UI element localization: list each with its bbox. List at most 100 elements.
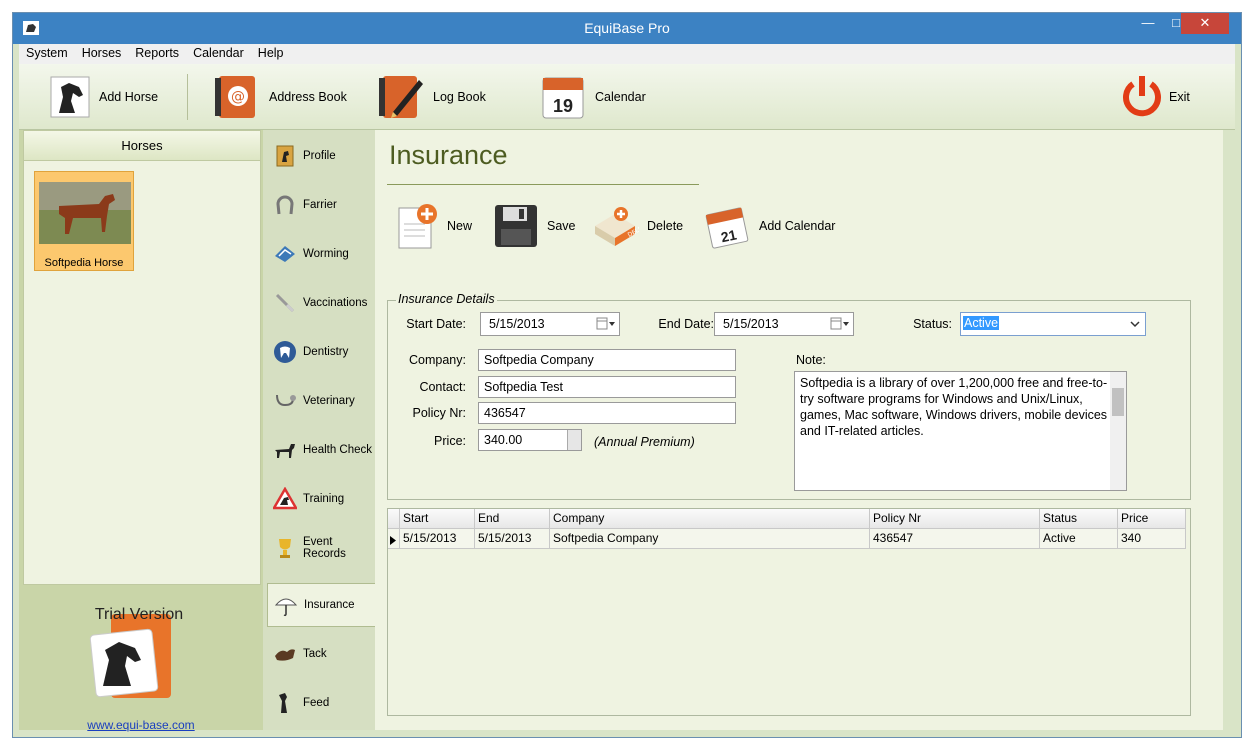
nav-worming[interactable]: Worming [267, 232, 375, 276]
add-calendar-button[interactable]: 21 Add Calendar [705, 202, 835, 250]
nav-feed[interactable]: Feed [267, 681, 375, 725]
note-text: Softpedia is a library of over 1,200,000… [800, 376, 1108, 438]
add-horse-button[interactable]: Add Horse [49, 64, 158, 130]
row-selector[interactable] [388, 529, 400, 549]
menu-calendar[interactable]: Calendar [186, 44, 251, 60]
nav-training[interactable]: Training [267, 477, 375, 521]
cell-status[interactable]: Active [1040, 529, 1118, 549]
nav-veterinary[interactable]: Veterinary [267, 379, 375, 423]
calendar-icon-day: 19 [553, 96, 573, 116]
end-date-picker[interactable]: 5/15/2013 [714, 312, 854, 336]
nav-event-records-label: Event Records [303, 536, 346, 560]
main-toolbar: Add Horse @ Address Book Log Book 19 Cal… [19, 64, 1235, 130]
end-date-value: 5/15/2013 [723, 317, 779, 331]
contact-input[interactable]: Softpedia Test [478, 376, 736, 398]
chevron-down-icon [1130, 321, 1140, 328]
floppy-disk-icon [495, 205, 537, 247]
warning-sign-icon [273, 487, 297, 511]
trophy-icon [273, 536, 297, 560]
policy-label: Policy Nr: [412, 406, 466, 420]
trial-version-label: Trial Version [94, 606, 184, 623]
trial-version-badge[interactable]: Trial Version [89, 606, 189, 702]
exit-button[interactable]: Exit [1119, 64, 1190, 130]
log-book-button[interactable]: Log Book [375, 64, 486, 130]
price-input[interactable]: 340.00 [478, 429, 582, 451]
menu-system[interactable]: System [19, 44, 75, 60]
address-book-button[interactable]: @ Address Book [211, 64, 347, 130]
address-book-icon: @ [215, 76, 255, 118]
col-policy-nr[interactable]: Policy Nr [870, 509, 1040, 529]
price-label: Price: [434, 434, 466, 448]
cell-end[interactable]: 5/15/2013 [475, 529, 550, 549]
nav-dentistry[interactable]: Dentistry [267, 330, 375, 374]
calendar-dropdown-icon[interactable] [596, 317, 616, 331]
delete-label: Delete [647, 219, 684, 233]
insurance-page: Insurance New Save DELETE Delete 21 Add … [375, 130, 1223, 730]
close-button[interactable]: ✕ [1181, 13, 1229, 34]
nav-profile-label: Profile [303, 150, 336, 162]
nav-health-check-label: Health Check [303, 444, 373, 456]
calendar-icon: 19 [542, 77, 584, 119]
nav-profile[interactable]: Profile [267, 134, 375, 178]
company-input[interactable]: Softpedia Company [478, 349, 736, 371]
horse-photo [39, 182, 131, 244]
horses-list: Horses Softpedia Horse [23, 130, 261, 585]
calendar-dropdown-icon[interactable] [830, 317, 850, 331]
power-icon [1123, 76, 1161, 117]
col-company[interactable]: Company [550, 509, 870, 529]
add-horse-label: Add Horse [99, 90, 159, 104]
start-date-label: Start Date: [406, 317, 466, 331]
nav-tack-label: Tack [303, 648, 327, 660]
note-scroll-thumb[interactable] [1112, 388, 1124, 416]
nav-health-check[interactable]: Health Check [267, 428, 375, 472]
cell-start[interactable]: 5/15/2013 [400, 529, 475, 549]
title-bar[interactable]: EquiBase Pro — □ ✕ [13, 13, 1241, 44]
new-label: New [447, 219, 473, 233]
delete-button[interactable]: DELETE Delete [591, 202, 683, 250]
nav-vaccinations-label: Vaccinations [303, 297, 368, 309]
tooth-icon [273, 340, 297, 364]
status-value: Active [963, 316, 1000, 330]
calendar-button[interactable]: 19 Calendar [539, 64, 646, 130]
menu-help[interactable]: Help [251, 44, 291, 60]
price-note: (Annual Premium) [594, 435, 695, 449]
contact-label: Contact: [419, 380, 466, 394]
feed-icon [273, 691, 297, 715]
table-row[interactable]: 5/15/2013 5/15/2013 Softpedia Company 43… [388, 529, 1186, 549]
cell-company[interactable]: Softpedia Company [550, 529, 870, 549]
nav-farrier[interactable]: Farrier [267, 183, 375, 227]
note-scrollbar[interactable] [1110, 372, 1126, 490]
section-nav: Profile Farrier Worming Vaccinations Den… [263, 130, 375, 730]
cell-policy-nr[interactable]: 436547 [870, 529, 1040, 549]
save-button[interactable]: Save [493, 202, 576, 250]
nav-event-records[interactable]: Event Records [267, 526, 375, 570]
end-date-label: End Date: [658, 317, 714, 331]
insurance-details-title: Insurance Details [396, 292, 497, 306]
menu-reports[interactable]: Reports [128, 44, 186, 60]
syringe-icon [273, 291, 297, 315]
note-textarea[interactable]: Softpedia is a library of over 1,200,000… [794, 371, 1127, 491]
horseshoe-icon [273, 193, 297, 217]
start-date-value: 5/15/2013 [489, 317, 545, 331]
nav-training-label: Training [303, 493, 345, 505]
price-spinner[interactable] [567, 430, 581, 450]
col-status[interactable]: Status [1040, 509, 1118, 529]
nav-insurance[interactable]: Insurance [267, 583, 375, 627]
col-start[interactable]: Start [400, 509, 475, 529]
policy-input[interactable]: 436547 [478, 402, 736, 424]
start-date-picker[interactable]: 5/15/2013 [480, 312, 620, 336]
new-button[interactable]: New [395, 202, 472, 250]
nav-vaccinations[interactable]: Vaccinations [267, 281, 375, 325]
nav-tack[interactable]: Tack [267, 632, 375, 676]
insurance-details-group: Insurance Details Start Date: 5/15/2013 … [387, 292, 1191, 500]
col-price[interactable]: Price [1118, 509, 1186, 529]
insurance-grid: Start End Company Policy Nr Status Price… [387, 508, 1191, 716]
col-end[interactable]: End [475, 509, 550, 529]
nav-feed-label: Feed [303, 697, 330, 709]
nav-insurance-label: Insurance [304, 599, 355, 611]
cell-price[interactable]: 340 [1118, 529, 1186, 549]
website-link[interactable]: www.equi-base.com [19, 718, 263, 732]
status-select[interactable]: Active [960, 312, 1146, 336]
menu-horses[interactable]: Horses [75, 44, 129, 60]
horse-card[interactable]: Softpedia Horse [34, 171, 134, 271]
